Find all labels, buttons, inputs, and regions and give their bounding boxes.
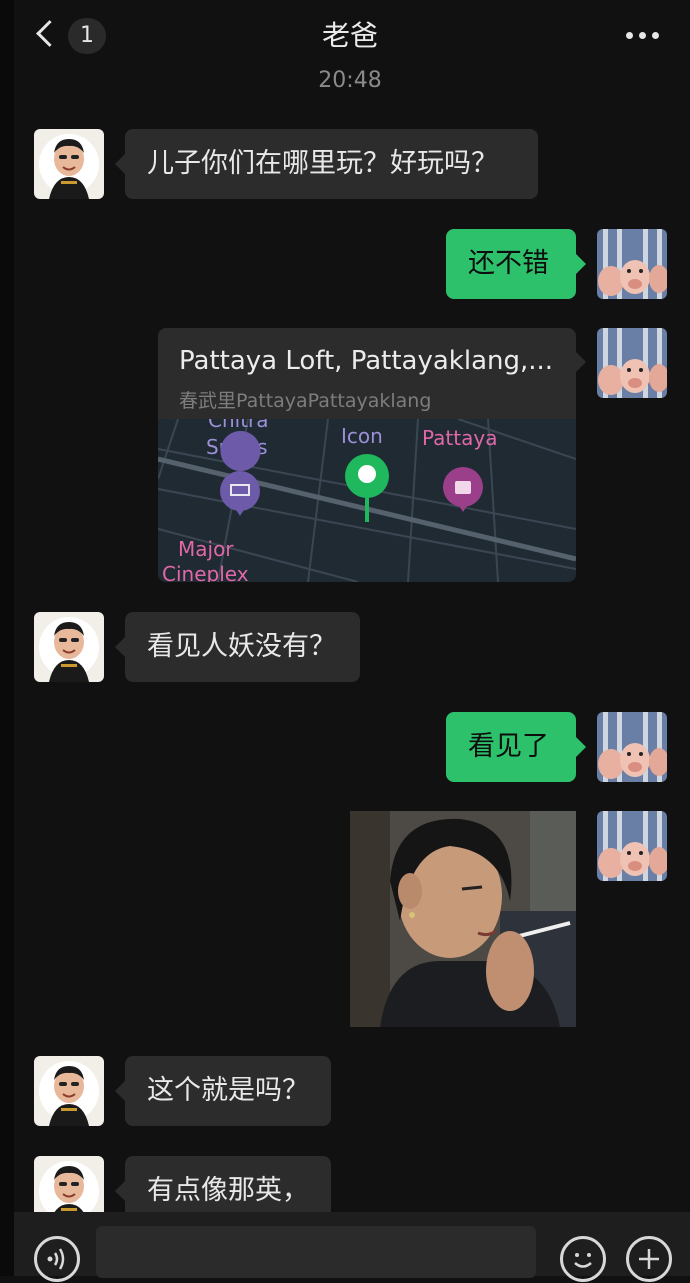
chat-title: 老爸 bbox=[321, 19, 378, 52]
location-subtitle: 春武里PattayaPattayaklang bbox=[179, 390, 432, 412]
avatar-me[interactable] bbox=[597, 328, 667, 398]
message-bubble-incoming[interactable]: 儿子你们在哪里玩？好玩吗？ bbox=[115, 129, 538, 199]
screen-edge bbox=[0, 0, 14, 1276]
map-label: Cineplex bbox=[162, 562, 249, 582]
plus-icon bbox=[639, 1249, 659, 1269]
location-message-card[interactable]: Pattaya Loft, Pattayaklang,... 春武里Pattay… bbox=[158, 328, 576, 582]
emoji-button[interactable] bbox=[560, 1236, 606, 1282]
more-button[interactable] bbox=[614, 22, 670, 48]
message-bubble-incoming[interactable]: 这个就是吗？ bbox=[115, 1056, 331, 1126]
map-label: Major bbox=[178, 537, 234, 561]
avatar-father[interactable] bbox=[34, 612, 104, 682]
map-label: Icon bbox=[341, 424, 383, 448]
plus-button[interactable] bbox=[626, 1236, 672, 1282]
avatar-me[interactable] bbox=[597, 229, 667, 299]
chevron-left-icon bbox=[36, 20, 63, 47]
back-button[interactable]: 1 bbox=[30, 16, 110, 56]
message-bubble-outgoing[interactable]: 还不错 bbox=[446, 229, 586, 299]
map-label: Chitra bbox=[208, 419, 269, 432]
message-bubble-outgoing[interactable]: 看见了 bbox=[446, 712, 586, 782]
unread-count-badge: 1 bbox=[68, 18, 106, 54]
input-bar bbox=[14, 1212, 690, 1282]
more-dots-icon bbox=[626, 32, 633, 39]
emoji-icon bbox=[574, 1253, 592, 1268]
bubble-tail bbox=[576, 352, 586, 372]
avatar-me[interactable] bbox=[597, 712, 667, 782]
avatar-me[interactable] bbox=[597, 811, 667, 881]
more-dot bbox=[652, 32, 659, 39]
location-title: Pattaya Loft, Pattayaklang,... bbox=[179, 346, 554, 376]
message-bubble-incoming[interactable]: 看见人妖没有？ bbox=[115, 612, 360, 682]
map-label: Pattaya bbox=[422, 426, 497, 450]
voice-icon bbox=[47, 1248, 65, 1270]
avatar-father[interactable] bbox=[34, 1056, 104, 1126]
location-map: Chitra Suites Icon Pattaya Major Cineple… bbox=[158, 419, 576, 582]
chat-header: 1 老爸 bbox=[0, 0, 690, 72]
message-timestamp: 20:48 bbox=[318, 68, 382, 93]
message-input[interactable] bbox=[96, 1226, 536, 1278]
more-dot bbox=[639, 32, 646, 39]
avatar-father[interactable] bbox=[34, 129, 104, 199]
image-message[interactable] bbox=[350, 811, 576, 1027]
voice-button[interactable] bbox=[34, 1236, 80, 1282]
